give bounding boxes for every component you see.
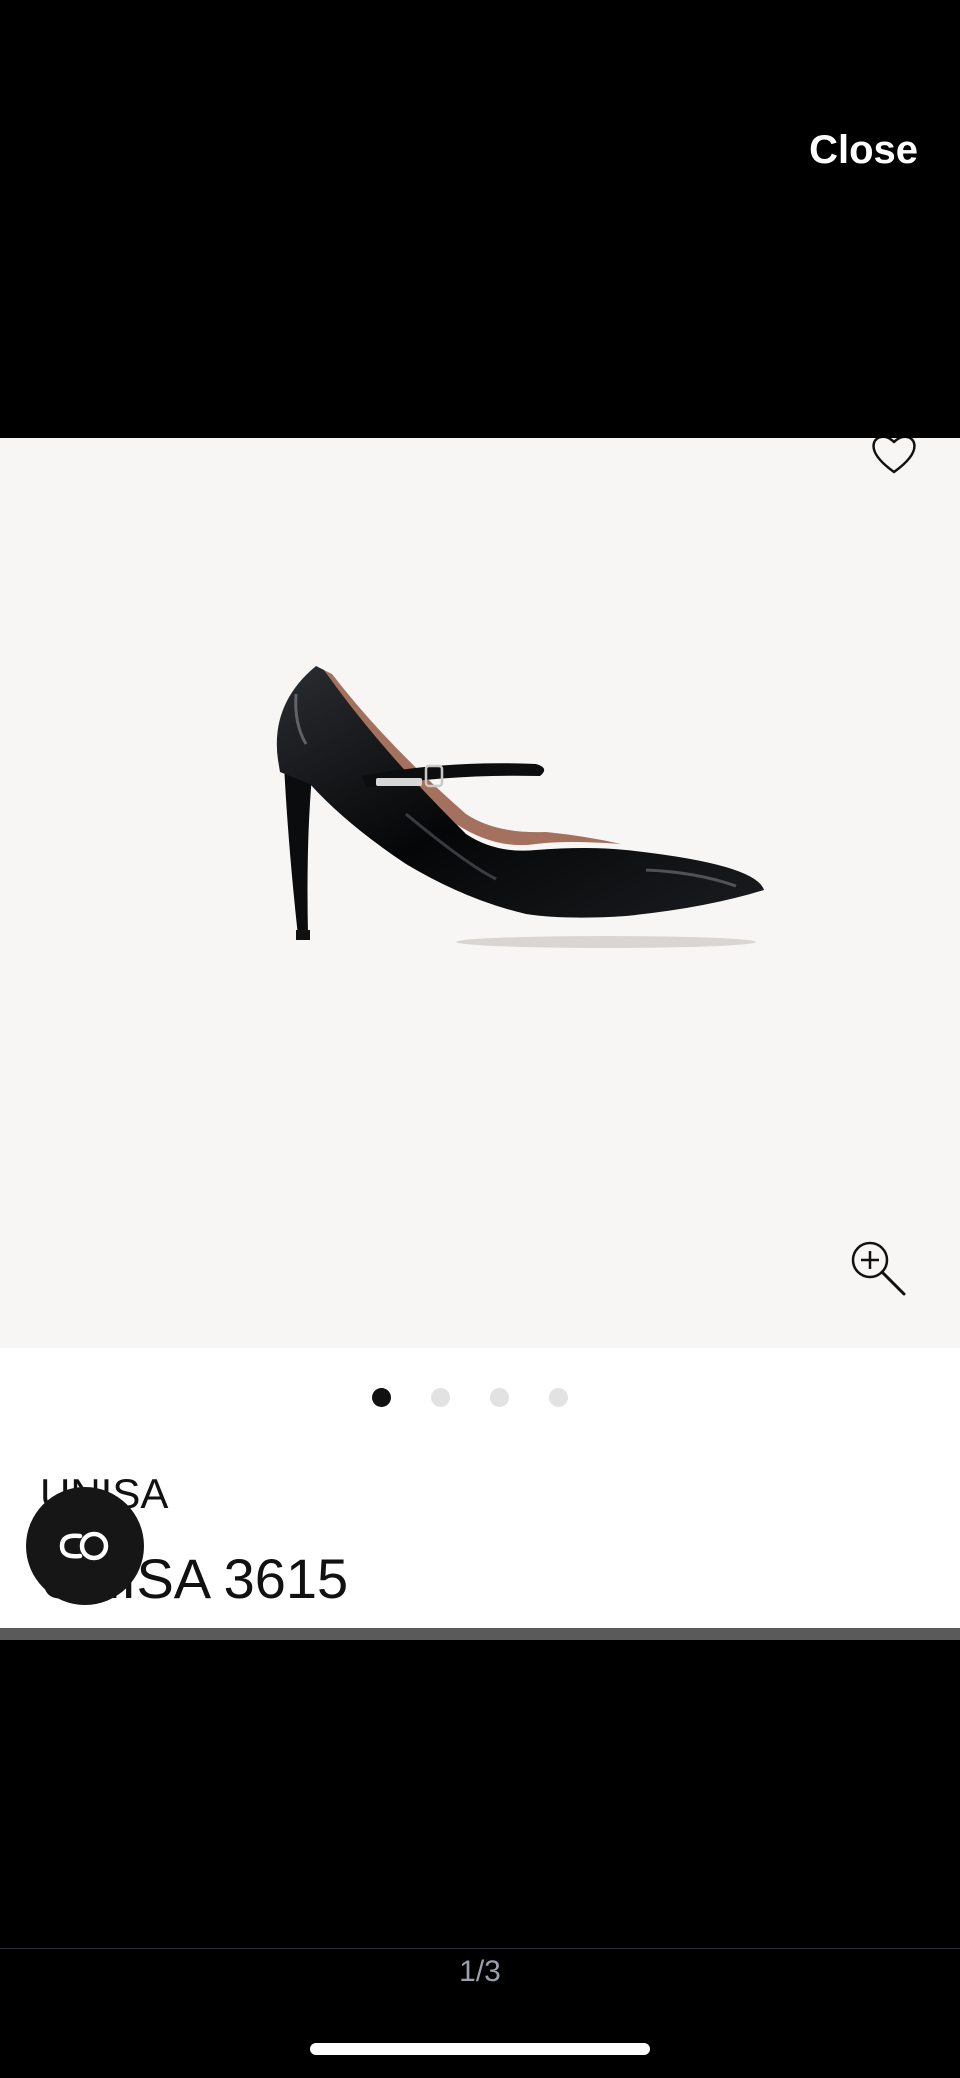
product-card: UNISA UNISA 3615 [0,438,960,1638]
gallery-dot[interactable] [549,1388,568,1407]
chat-link-icon [59,1531,109,1561]
product-image [276,666,764,948]
gallery-dot[interactable] [490,1388,509,1407]
gallery-dot[interactable] [431,1388,450,1407]
gallery-dot[interactable] [372,1388,391,1407]
product-image-viewer: Close UNISA 3615 1/3 [0,0,960,2078]
chat-button[interactable] [26,1487,144,1605]
gallery-pagination [0,1388,950,1407]
sheet-edge [0,1628,960,1640]
page-indicator: 1/3 [459,1955,501,1988]
heart-icon[interactable] [866,438,922,482]
home-indicator[interactable] [310,2043,650,2055]
product-image-area[interactable] [0,438,960,1348]
close-button[interactable]: Close [809,128,918,173]
footer-divider [0,1948,960,1949]
zoom-in-icon[interactable] [848,1238,908,1298]
